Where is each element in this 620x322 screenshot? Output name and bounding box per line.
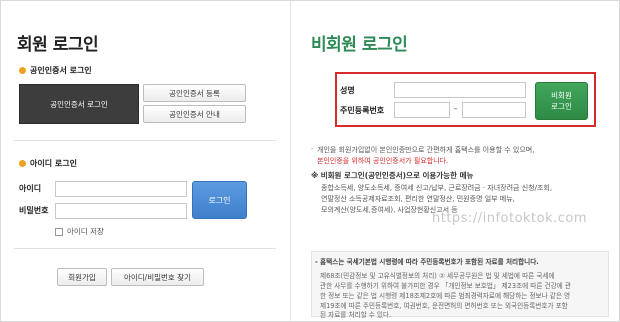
name-input[interactable] [394,82,526,98]
id-login-section-label: 아이디 로그인 [19,158,77,169]
cert-guide-button[interactable]: 공인인증서 안내 [143,105,246,123]
name-label: 성명 [340,86,355,95]
watermark: https://infotoktok.com [432,211,588,226]
rrn-label: 주민등록번호 [340,106,385,115]
note-line2-text: 본인인증을 위하여 공인인증서가 필요합니다. [317,157,449,165]
bullet-dot-icon [19,67,26,74]
id-label: 아이디 [19,184,42,193]
nonmember-button-line2: 로그인 [551,102,572,111]
reference-mark-icon: ※ [311,171,319,180]
member-login-panel: 회원 로그인 공인인증서 로그인 공인인증서 로그인 공인인증서 등록 공인인증… [0,0,290,322]
save-id-checkbox[interactable] [55,227,63,236]
info-line1-text: 홈택스는 국세기본법 시행령에 따라 주민등록번호가 포함된 자료를 처리합니다… [320,258,539,266]
info-line6: 된 자료를 처리할 수 있다. [320,311,392,319]
id-input[interactable] [55,181,187,197]
cert-login-button[interactable]: 공인인증서 로그인 [19,84,139,124]
note-tick: - [311,145,314,153]
nonmember-button-line1: 비회원 [551,91,572,100]
rrn-front-input[interactable] [394,102,450,118]
member-login-title: 회원 로그인 [17,35,99,55]
cert-login-section-label: 공인인증서 로그인 [19,65,92,76]
menu-heading: ※ 비회원 로그인(공인인증서)으로 이용가능한 메뉴 [311,170,473,181]
info-line2: 제68조(민감정보 및 고유식별정보의 처리) ② 세무공무원은 법 및 세법에… [320,272,555,280]
id-login-section-text: 아이디 로그인 [30,159,77,168]
info-line3: 관한 사무를 수행하기 위하여 불가피한 경우 「개인정보 보호법」 제23조에… [320,282,571,290]
password-input[interactable] [55,203,187,219]
info-line4: 한 정보 또는 같은 법 시행령 제18조제2호에 따른 범죄경력자료에 해당하… [320,292,571,300]
rrn-back-input[interactable] [462,102,526,118]
password-label: 비밀번호 [19,206,49,215]
legal-info-box: - 홈택스는 국세기본법 시행령에 따라 주민등록번호가 포함된 자료를 처리합… [311,251,609,319]
section-divider [14,248,276,249]
cert-login-section-text: 공인인증서 로그인 [30,66,92,75]
rrn-hyphen: - [454,104,458,114]
login-button[interactable]: 로그인 [192,181,247,219]
menu-heading-text: 비회원 로그인(공인인증서)으로 이용가능한 메뉴 [320,171,474,180]
save-id-label: 아이디 저장 [67,227,104,236]
section-divider [14,140,276,141]
info-line1: - 홈택스는 국세기본법 시행령에 따라 주민등록번호가 포함된 자료를 처리합… [315,257,539,267]
note-line2: 본인인증을 위하여 공인인증서가 필요합니다. [317,156,448,167]
nonmember-login-button[interactable]: 비회원 로그인 [535,82,588,120]
nonmember-login-title: 비회원 로그인 [311,35,408,55]
save-id-option[interactable]: 아이디 저장 [55,226,104,237]
cert-register-button[interactable]: 공인인증서 등록 [143,84,246,102]
panel-divider [290,0,291,322]
menu-line2: 연말정산 소득공제자료조회, 편리한 연말정산, 민원증명 일부 메뉴, [321,195,515,203]
signup-button[interactable]: 회원가입 [57,268,107,286]
menu-line1: 종합소득세, 양도소득세, 증여세 신고/납부, 근로장려금 · 자녀장려금 신… [321,184,553,192]
bullet-dot-icon [19,160,26,167]
note-line1: 개인을 회원가입없이 본인인증만으로 간편하게 홈택스를 이용할 수 있으며, [317,146,535,154]
find-id-password-button[interactable]: 아이디/비밀번호 찾기 [111,268,204,286]
